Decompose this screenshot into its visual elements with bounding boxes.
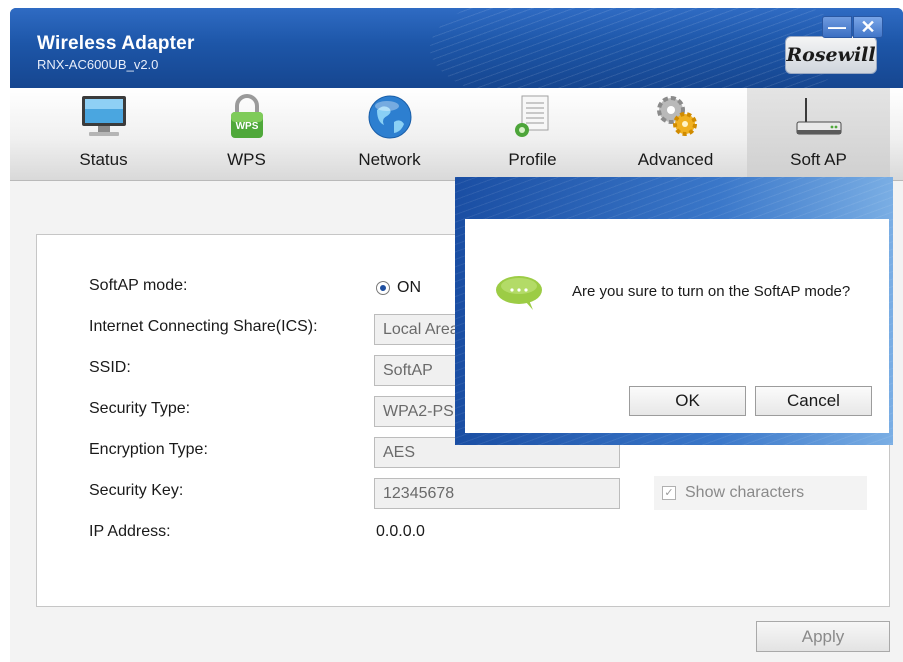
app-title: Wireless Adapter bbox=[37, 33, 195, 54]
ics-label: Internet Connecting Share(ICS): bbox=[89, 318, 318, 335]
ip-address-value: 0.0.0.0 bbox=[376, 523, 425, 540]
chat-bubble-icon bbox=[496, 276, 542, 310]
security-key-label: Security Key: bbox=[89, 482, 184, 499]
tab-soft-ap-label: Soft AP bbox=[790, 150, 847, 169]
apply-button[interactable]: Apply bbox=[756, 621, 890, 652]
tab-advanced[interactable]: Advanced bbox=[604, 88, 747, 181]
security-type-label: Security Type: bbox=[89, 400, 191, 417]
cancel-button[interactable]: Cancel bbox=[755, 386, 872, 416]
router-icon bbox=[796, 98, 841, 135]
tab-status-label: Status bbox=[79, 150, 128, 169]
tab-network[interactable]: Network bbox=[318, 88, 461, 181]
show-characters-label: Show characters bbox=[685, 484, 805, 501]
softap-on-label[interactable]: ON bbox=[397, 279, 421, 297]
globe-icon bbox=[368, 95, 411, 139]
wps-lock-icon: WPS bbox=[230, 94, 263, 138]
svg-text:WPS: WPS bbox=[235, 121, 258, 132]
show-characters-option[interactable]: ✓ Show characters bbox=[654, 476, 867, 510]
ip-address-label: IP Address: bbox=[89, 523, 171, 540]
profile-document-icon bbox=[514, 95, 548, 137]
close-button[interactable]: ✕ bbox=[853, 16, 883, 38]
dialog-body: Are you sure to turn on the SoftAP mode?… bbox=[465, 219, 889, 433]
minimize-button[interactable]: — bbox=[822, 16, 852, 38]
rosewill-logo: Rosewill bbox=[785, 36, 877, 74]
tab-soft-ap[interactable]: Soft AP bbox=[747, 88, 890, 181]
gears-icon bbox=[656, 96, 697, 136]
tab-wps-label: WPS bbox=[227, 150, 266, 169]
tab-advanced-label: Advanced bbox=[637, 150, 714, 169]
confirm-dialog: Are you sure to turn on the SoftAP mode?… bbox=[455, 177, 893, 445]
security-key-input[interactable]: 12345678 bbox=[374, 478, 620, 509]
softap-mode-label: SoftAP mode: bbox=[89, 277, 188, 294]
tab-wps[interactable]: WPS WPS bbox=[175, 88, 318, 181]
ssid-label: SSID: bbox=[89, 359, 131, 376]
title-bar[interactable]: Wireless Adapter RNX-AC600UB_v2.0 Rosewi… bbox=[10, 8, 903, 88]
tab-profile-label: Profile bbox=[508, 150, 557, 169]
tab-profile[interactable]: Profile bbox=[461, 88, 604, 181]
ok-button[interactable]: OK bbox=[629, 386, 746, 416]
tab-status[interactable]: Status bbox=[32, 88, 175, 181]
show-characters-checkbox[interactable]: ✓ bbox=[662, 486, 676, 500]
tab-network-label: Network bbox=[358, 150, 421, 169]
dialog-message: Are you sure to turn on the SoftAP mode? bbox=[572, 283, 851, 300]
monitor-icon bbox=[81, 96, 126, 136]
tab-bar: Status WPS WPS Network Profile Advanced … bbox=[10, 88, 903, 181]
softap-on-radio[interactable] bbox=[376, 281, 390, 295]
encryption-type-label: Encryption Type: bbox=[89, 441, 208, 458]
app-model: RNX-AC600UB_v2.0 bbox=[37, 57, 159, 72]
